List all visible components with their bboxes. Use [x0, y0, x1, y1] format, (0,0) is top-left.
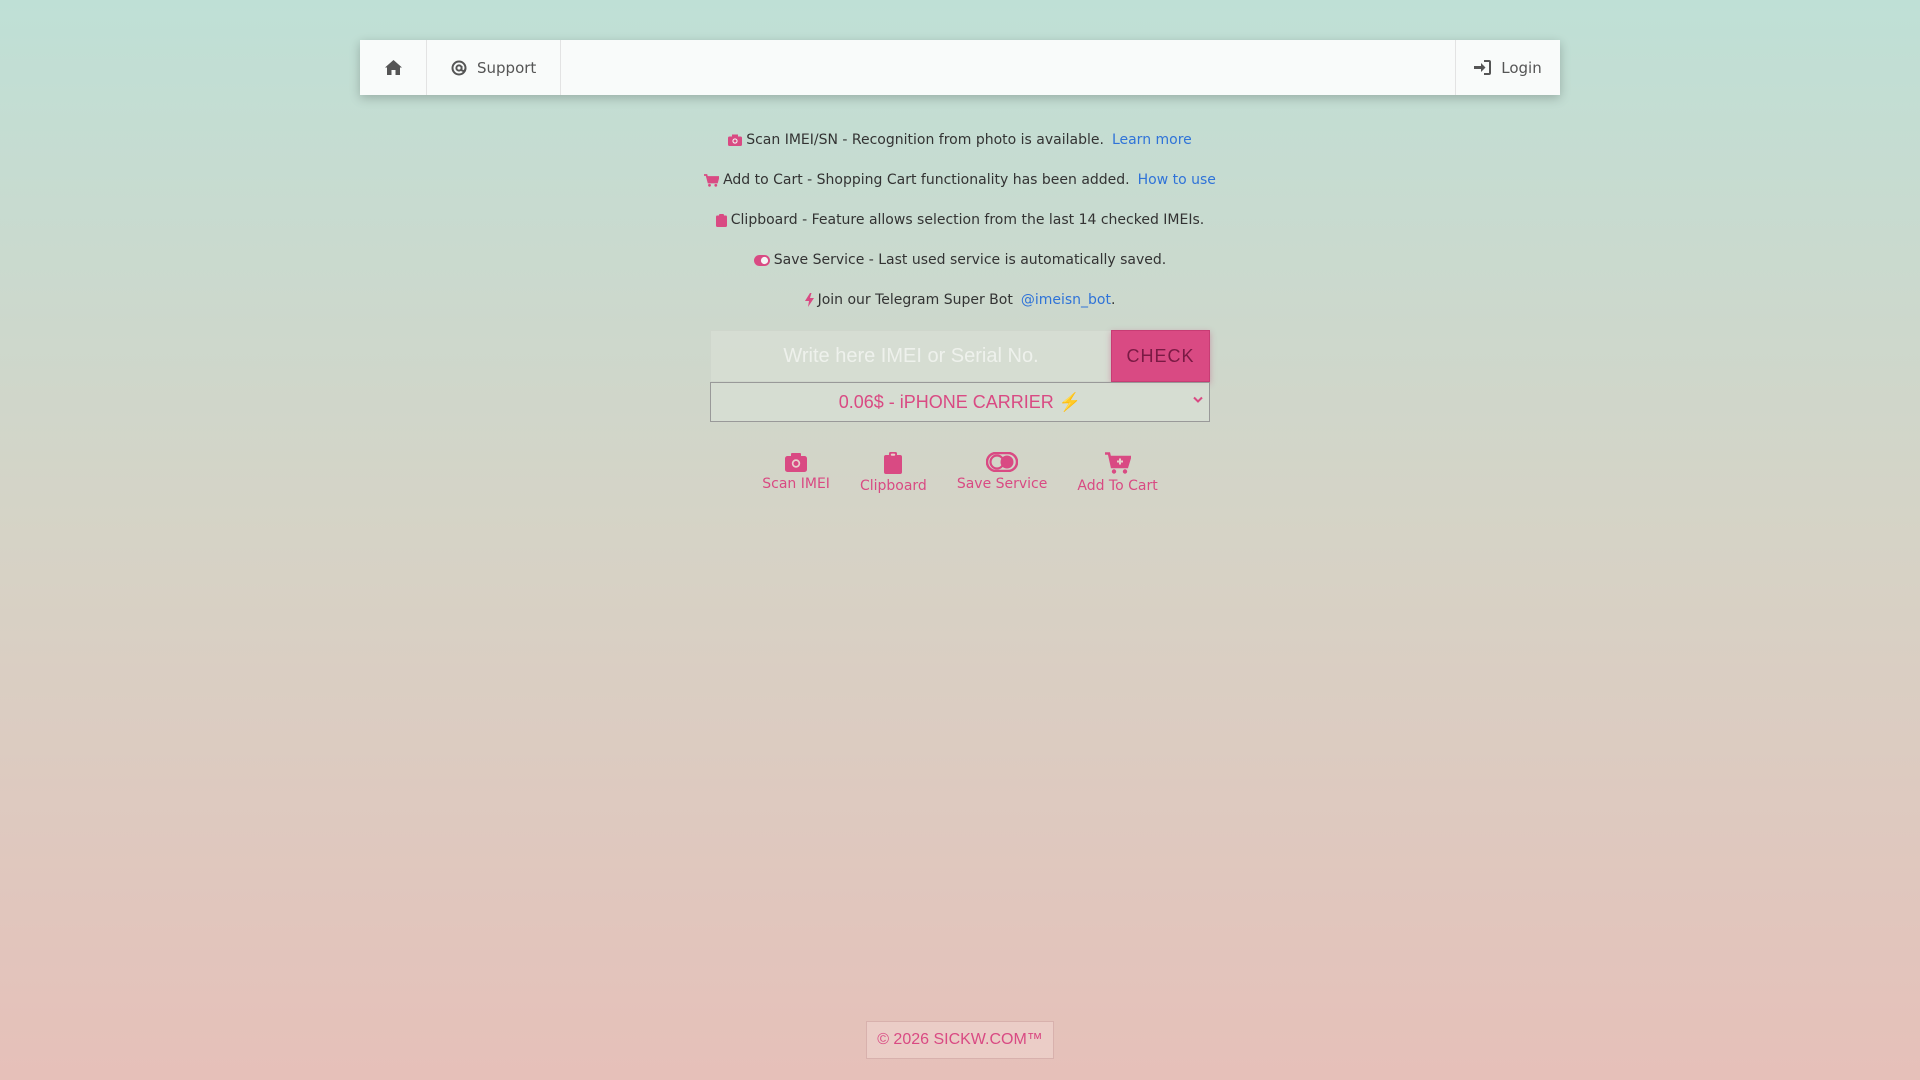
- imei-input[interactable]: [710, 330, 1111, 382]
- notice-telegram-text: Join our Telegram Super Bot: [817, 292, 1013, 308]
- selected-service: 0.06$ - iPHONE CARRIER ⚡: [838, 391, 1082, 412]
- clipboard-icon: [884, 452, 903, 474]
- input-row: CHECK: [710, 330, 1210, 382]
- add-to-cart-label: Add To Cart: [1077, 478, 1158, 494]
- footer-text: © 2026 SICKW.COM™: [877, 1031, 1043, 1048]
- login-label: Login: [1501, 58, 1542, 77]
- clipboard-button[interactable]: Clipboard: [860, 452, 927, 494]
- feature-notices: Scan IMEI/SN - Recognition from photo is…: [0, 120, 1920, 320]
- nav-login[interactable]: Login: [1455, 40, 1560, 95]
- chevron-down-icon: [1193, 396, 1203, 403]
- notice-cart: Add to Cart - Shopping Cart functionalit…: [0, 160, 1920, 200]
- learn-more-link[interactable]: Learn more: [1112, 132, 1192, 148]
- clipboard-label: Clipboard: [859, 478, 927, 494]
- notice-clipboard-text: Clipboard - Feature allows selection fro…: [730, 212, 1205, 228]
- notice-scan: Scan IMEI/SN - Recognition from photo is…: [0, 120, 1920, 160]
- imei-check-form: CHECK 0.06$ - iPHONE CARRIER ⚡: [710, 330, 1210, 422]
- add-to-cart-button[interactable]: Add To Cart: [1077, 452, 1158, 494]
- camera-icon: [728, 134, 743, 146]
- notice-scan-text: Scan IMEI/SN - Recognition from photo is…: [746, 132, 1104, 148]
- camera-icon: [785, 453, 808, 472]
- check-button[interactable]: CHECK: [1111, 330, 1210, 382]
- save-service-button[interactable]: Save Service: [956, 452, 1048, 494]
- scan-imei-button[interactable]: Scan IMEI: [762, 452, 830, 494]
- cart-icon: [704, 173, 720, 187]
- how-to-use-link[interactable]: How to use: [1138, 172, 1216, 188]
- sign-in-icon: [1474, 60, 1492, 75]
- telegram-suffix: .: [1110, 292, 1116, 308]
- telegram-bot-link[interactable]: @imeisn_bot: [1021, 292, 1111, 308]
- nav-support[interactable]: Support: [427, 40, 562, 95]
- footer-copyright: © 2026 SICKW.COM™: [866, 1021, 1054, 1059]
- clipboard-icon: [715, 213, 727, 227]
- bolt-icon: [804, 293, 814, 307]
- top-navbar: Support Login: [360, 40, 1560, 95]
- support-label: Support: [477, 58, 537, 77]
- cart-plus-icon: [1104, 452, 1131, 474]
- notice-clipboard: Clipboard - Feature allows selection fro…: [0, 200, 1920, 240]
- home-icon: [384, 60, 402, 75]
- service-select[interactable]: 0.06$ - iPHONE CARRIER ⚡: [710, 382, 1210, 422]
- notice-save-text: Save Service - Last used service is auto…: [773, 252, 1167, 268]
- tool-buttons: Scan IMEI Clipboard Save Service Add To …: [0, 452, 1920, 494]
- toggle-icon: [986, 452, 1019, 472]
- nav-home[interactable]: [360, 40, 427, 95]
- save-service-label: Save Service: [956, 476, 1048, 492]
- notice-cart-text: Add to Cart - Shopping Cart functionalit…: [723, 172, 1130, 188]
- at-icon: [451, 60, 467, 75]
- scan-imei-label: Scan IMEI: [762, 476, 830, 492]
- toggle-icon: [753, 254, 770, 266]
- notice-save-service: Save Service - Last used service is auto…: [0, 240, 1920, 280]
- notice-telegram: Join our Telegram Super Bot @imeisn_bot.: [0, 280, 1920, 320]
